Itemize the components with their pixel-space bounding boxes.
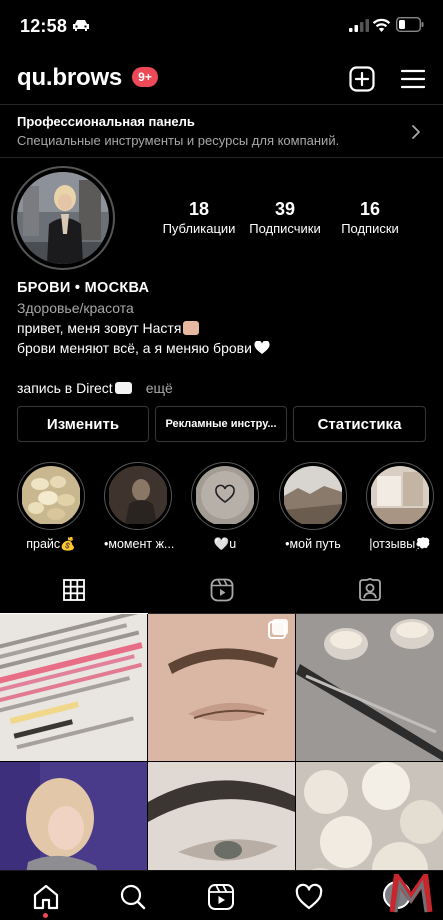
create-post-icon[interactable] xyxy=(349,66,375,92)
love-letter-icon xyxy=(114,382,132,394)
ad-tools-button[interactable]: Рекламные инстру... xyxy=(155,406,287,442)
heart-icon[interactable] xyxy=(295,883,323,911)
post-thumbnail[interactable] xyxy=(148,614,295,761)
professional-dashboard-link[interactable]: Профессиональная панель Специальные инст… xyxy=(0,104,443,158)
stat-followers-value: 39 xyxy=(274,199,296,219)
story-highlight[interactable]: 🤍u xyxy=(191,462,259,552)
grid-icon xyxy=(63,578,85,601)
stat-followers-label: Подписчики xyxy=(249,221,321,236)
highlight-label: прайс💰 xyxy=(26,537,76,551)
status-bar: 12:58 xyxy=(0,0,443,52)
bio-more-link[interactable]: ещё xyxy=(146,380,173,396)
highlight-label: •момент ж... xyxy=(104,537,175,551)
post-thumbnail[interactable] xyxy=(0,614,147,761)
insights-button[interactable]: Статистика xyxy=(293,406,426,442)
profile-avatar-tab[interactable] xyxy=(383,874,439,914)
highlight-label: 🤍u xyxy=(213,537,237,551)
status-time: 12:58 xyxy=(20,16,68,36)
story-highlight[interactable]: •момент ж... xyxy=(104,462,175,551)
profile-content-tabs xyxy=(0,566,443,614)
reels-icon[interactable] xyxy=(207,883,235,911)
stat-posts-label: Публикации xyxy=(162,221,236,236)
edit-profile-button[interactable]: Изменить xyxy=(17,406,149,442)
stat-following[interactable]: 16 Подписки xyxy=(325,198,415,238)
post-image xyxy=(296,614,443,761)
home-icon[interactable] xyxy=(32,883,60,911)
post-image xyxy=(148,614,295,761)
car-icon xyxy=(73,20,89,31)
bio-name: БРОВИ • МОСКВА xyxy=(17,280,150,296)
bio-category: Здоровье/красота xyxy=(17,300,134,316)
tagged-icon xyxy=(359,578,381,601)
pro-panel-title: Профессиональная панель xyxy=(17,114,195,129)
wifi-icon xyxy=(372,18,391,32)
bio-line-3: запись в Direct ещё xyxy=(17,378,427,398)
highlight-cover xyxy=(22,466,80,524)
stat-posts-value: 18 xyxy=(188,199,210,219)
bio-line-1: привет, меня зовут Настя xyxy=(17,318,427,338)
profile-photo xyxy=(17,172,109,264)
stat-following-value: 16 xyxy=(359,199,381,219)
profile-avatar[interactable] xyxy=(11,166,115,270)
notification-dot xyxy=(43,913,48,918)
battery-icon xyxy=(396,17,424,32)
bio-line-2: брови меняют всё, а я меняю брови xyxy=(17,338,427,358)
highlight-cover xyxy=(109,466,167,524)
highlight-label: |отзывы💭 xyxy=(369,537,431,551)
bio-line-1-text: привет, меня зовут Настя xyxy=(17,320,182,336)
story-highlight[interactable]: |отзывы💭 xyxy=(366,462,434,552)
highlight-label: •мой путь xyxy=(285,537,341,551)
bio-line-2-text: брови меняют всё, а я меняю брови xyxy=(17,340,252,356)
profile-header: qu.brows 9+ xyxy=(0,58,443,102)
tab-reels[interactable] xyxy=(148,566,296,614)
profile-username[interactable]: qu.brows xyxy=(17,64,122,92)
cellular-signal-icon xyxy=(349,19,369,32)
chevron-right-icon xyxy=(412,125,420,139)
stat-following-label: Подписки xyxy=(341,221,399,236)
notifications-badge[interactable]: 9+ xyxy=(132,67,158,87)
profile-bio: БРОВИ • МОСКВА Здоровье/красота привет, … xyxy=(17,278,427,398)
stat-followers[interactable]: 39 Подписчики xyxy=(240,198,330,238)
white-heart-icon xyxy=(254,340,270,354)
stat-posts[interactable]: 18 Публикации xyxy=(154,198,244,238)
pro-panel-subtitle: Специальные инструменты и ресурсы для ко… xyxy=(17,133,340,148)
post-image xyxy=(0,614,147,761)
bottom-navigation xyxy=(0,870,443,920)
tab-posts-grid[interactable] xyxy=(0,566,148,614)
search-icon[interactable] xyxy=(119,883,147,911)
highlight-cover xyxy=(284,466,342,524)
reels-icon xyxy=(210,578,234,602)
highlight-cover xyxy=(371,466,429,524)
hamburger-menu-icon[interactable] xyxy=(401,68,425,90)
tab-tagged[interactable] xyxy=(296,566,443,614)
woman-emoji-icon xyxy=(183,321,200,335)
post-thumbnail[interactable] xyxy=(296,614,443,761)
bio-line-3-text: запись в Direct xyxy=(17,380,113,396)
highlight-cover xyxy=(196,466,254,524)
story-highlight[interactable]: •мой путь xyxy=(279,462,347,551)
story-highlight[interactable]: прайс💰 xyxy=(17,462,85,552)
